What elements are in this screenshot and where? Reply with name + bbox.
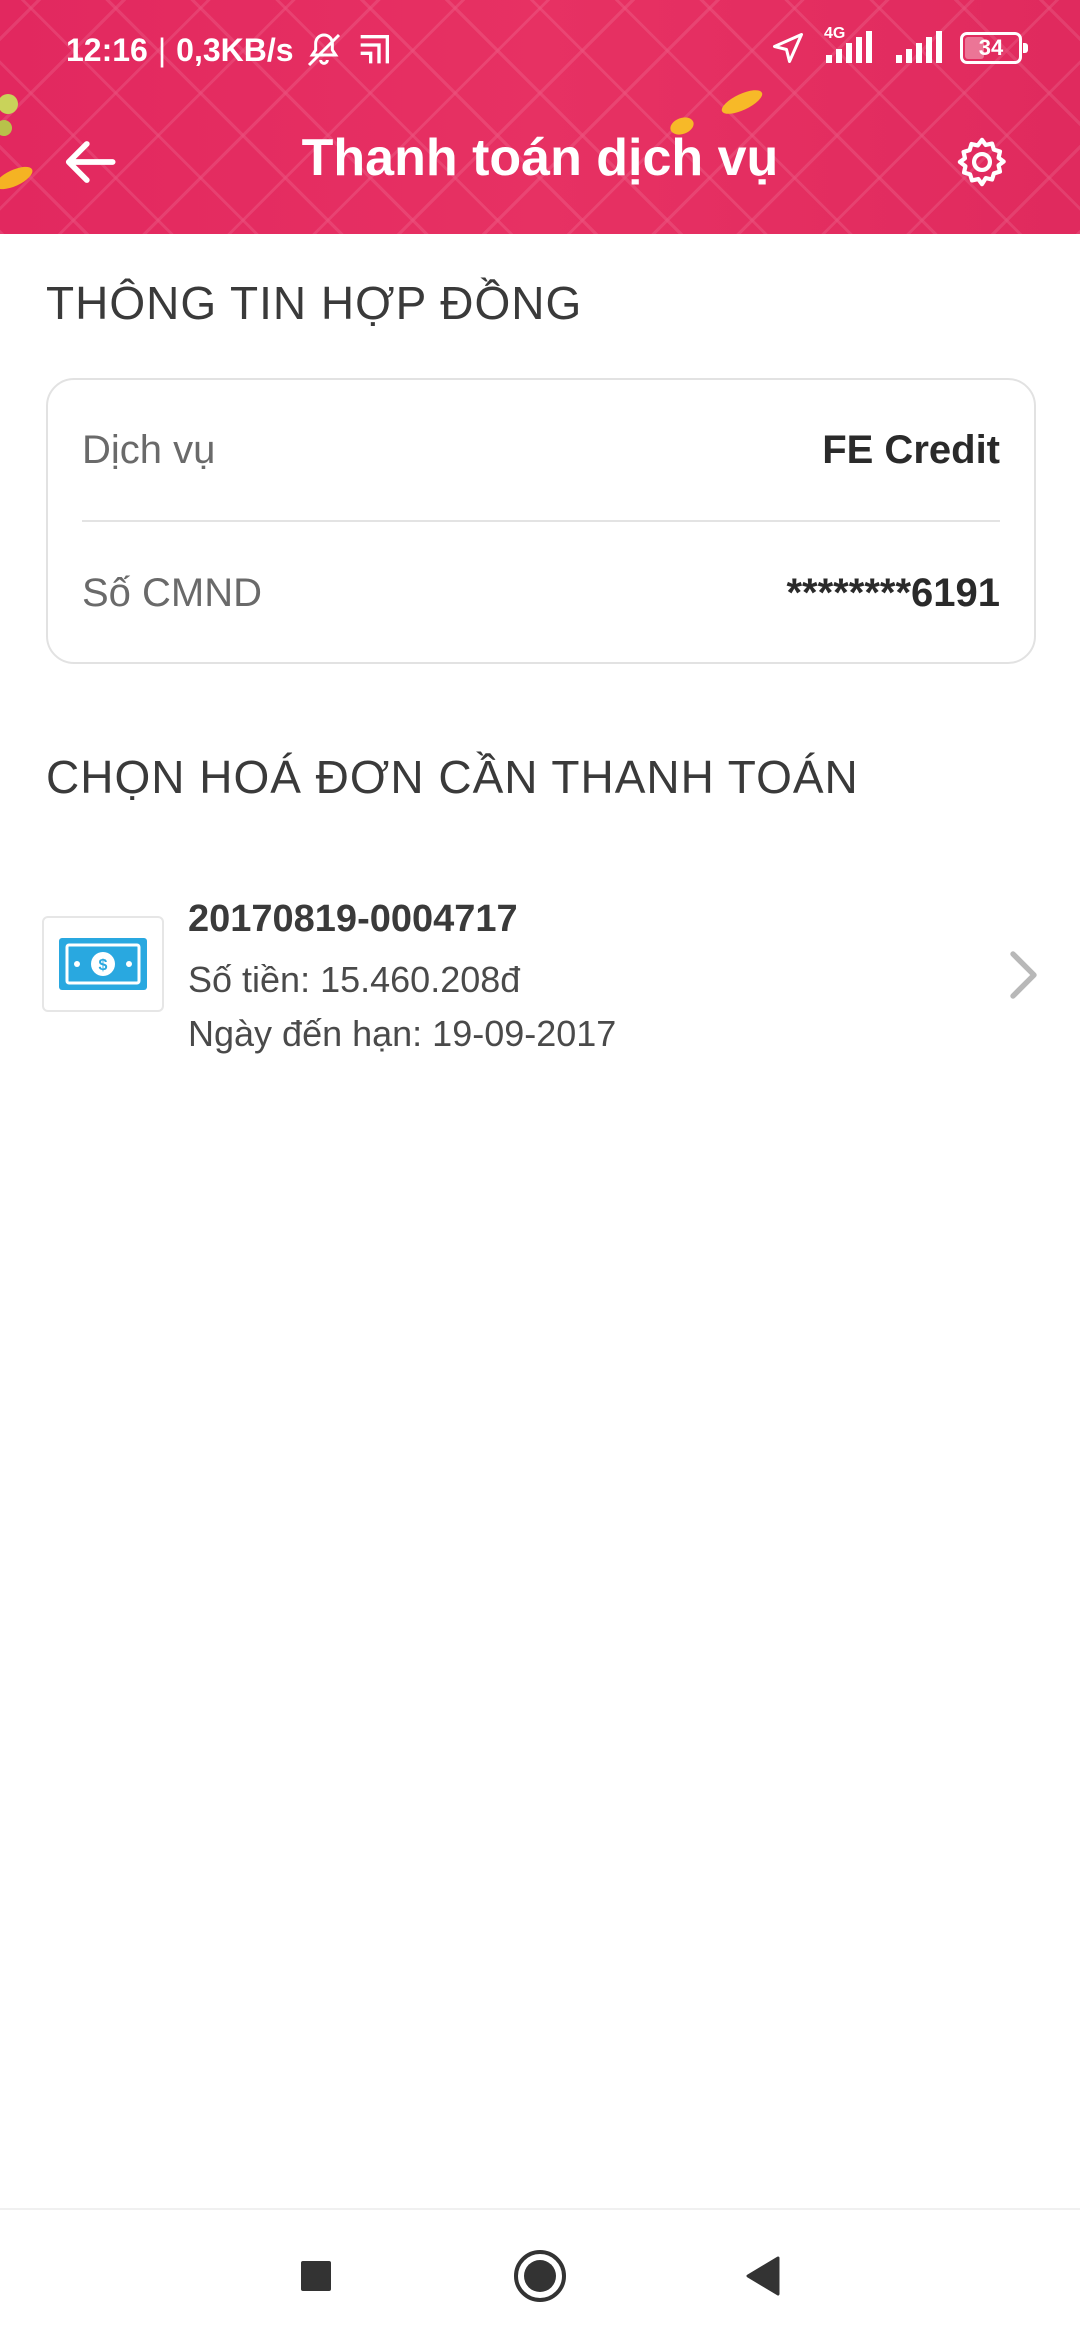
settings-button[interactable] — [942, 122, 1022, 202]
contract-section-title: THÔNG TIN HỢP ĐỒNG — [46, 277, 583, 329]
contract-row-service: Dịch vụ FE Credit — [82, 380, 1000, 522]
app-header: 12:16 | 0,3KB/s 4G 34 Thanh toán dịch vụ — [0, 0, 1080, 234]
svg-text:$: $ — [99, 957, 108, 974]
square-icon — [301, 2261, 331, 2291]
page-title: Thanh toán dịch vụ — [301, 129, 779, 187]
status-separator: | — [157, 31, 167, 68]
contract-row-id-number: Số CMND ********6191 — [82, 522, 1000, 664]
network-speed: 0,3KB/s — [176, 31, 294, 68]
gear-icon — [957, 137, 1006, 187]
signal-4g: 4G — [822, 25, 878, 65]
bill-list-item[interactable]: $ 20170819-0004717 Số tiền: 15.460.208đ … — [40, 880, 1050, 1080]
circle-icon — [514, 2250, 566, 2302]
bill-amount: Số tiền: 15.460.208đ — [188, 959, 521, 1000]
service-value: FE Credit — [822, 427, 1000, 472]
app-bar: Thanh toán dịch vụ — [0, 100, 1080, 234]
battery-level: 34 — [978, 35, 1004, 60]
bell-off-icon — [307, 33, 340, 67]
bill-icon-box: $ — [42, 916, 164, 1012]
bill-id: 20170819-0004717 — [188, 898, 518, 940]
status-time: 12:16 — [66, 31, 148, 68]
battery-icon: 34 — [960, 32, 1028, 64]
network-type: 4G — [824, 25, 846, 42]
screen-cast-icon — [360, 35, 389, 64]
recents-button[interactable] — [276, 2236, 356, 2316]
nav-back-button[interactable] — [722, 2236, 802, 2316]
home-button[interactable] — [500, 2236, 580, 2316]
location-arrow-icon — [773, 33, 803, 63]
bill-due-date: Ngày đến hạn: 19-09-2017 — [188, 1013, 617, 1054]
triangle-back-icon — [746, 2256, 780, 2296]
bills-section-title: CHỌN HOÁ ĐƠN CẦN THANH TOÁN — [46, 751, 859, 803]
service-label: Dịch vụ — [82, 427, 216, 472]
bill-details: 20170819-0004717 Số tiền: 15.460.208đ Ng… — [188, 898, 616, 1055]
id-number-label: Số CMND — [82, 570, 263, 615]
chevron-right-icon — [1000, 940, 1050, 1010]
id-number-value: ********6191 — [786, 570, 1000, 615]
system-nav-bar — [0, 2208, 1080, 2340]
contract-card: Dịch vụ FE Credit Số CMND ********6191 — [46, 378, 1036, 664]
signal-strength-2-icon — [896, 31, 942, 63]
status-bar: 12:16 | 0,3KB/s 4G 34 — [0, 0, 1080, 100]
money-bill-icon: $ — [59, 938, 147, 990]
